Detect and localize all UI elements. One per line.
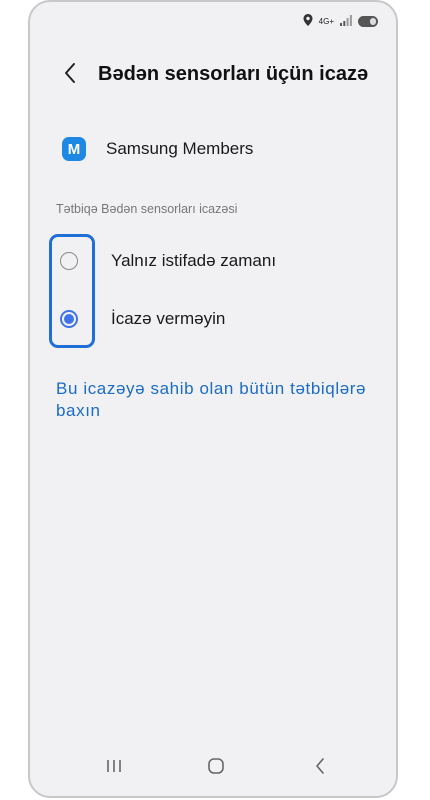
- status-bar: 4G+: [303, 12, 378, 30]
- phone-screen: 4G+ Bədən sensorları üçün icazə M Samsun…: [28, 0, 398, 798]
- radio-dot: [64, 314, 74, 324]
- samsung-members-app-icon: M: [62, 137, 86, 161]
- app-info-row: M Samsung Members: [62, 137, 253, 161]
- navigation-bar: [30, 748, 396, 788]
- nav-back-button[interactable]: [308, 756, 332, 780]
- app-bar: Bədən sensorları üçün icazə: [30, 58, 396, 92]
- back-icon: [314, 757, 326, 780]
- home-button[interactable]: [204, 756, 228, 780]
- recents-button[interactable]: [102, 756, 126, 780]
- chevron-left-icon: [63, 62, 77, 89]
- recents-icon: [105, 758, 123, 779]
- option-dont-allow[interactable]: İcazə verməyin: [60, 309, 225, 329]
- see-all-apps-link[interactable]: Bu icazəyə sahib olan bütün tətbiqlərə b…: [56, 378, 376, 422]
- battery-icon: [358, 15, 378, 27]
- radio-button-unchecked[interactable]: [60, 252, 78, 270]
- signal-icon: [340, 14, 352, 28]
- page-title: Bədən sensorları üçün icazə: [98, 63, 369, 85]
- home-icon: [207, 757, 225, 780]
- radio-button-checked[interactable]: [60, 310, 78, 328]
- permission-section-label: Tətbiqə Bədən sensorları icazəsi: [56, 202, 238, 216]
- back-button[interactable]: [58, 62, 82, 88]
- location-icon: [303, 14, 313, 28]
- app-name: Samsung Members: [106, 139, 254, 158]
- option-label: İcazə verməyin: [111, 309, 226, 328]
- option-label: Yalnız istifadə zamanı: [111, 251, 277, 270]
- network-label: 4G+: [318, 16, 334, 26]
- option-allow-while-using[interactable]: Yalnız istifadə zamanı: [60, 251, 276, 271]
